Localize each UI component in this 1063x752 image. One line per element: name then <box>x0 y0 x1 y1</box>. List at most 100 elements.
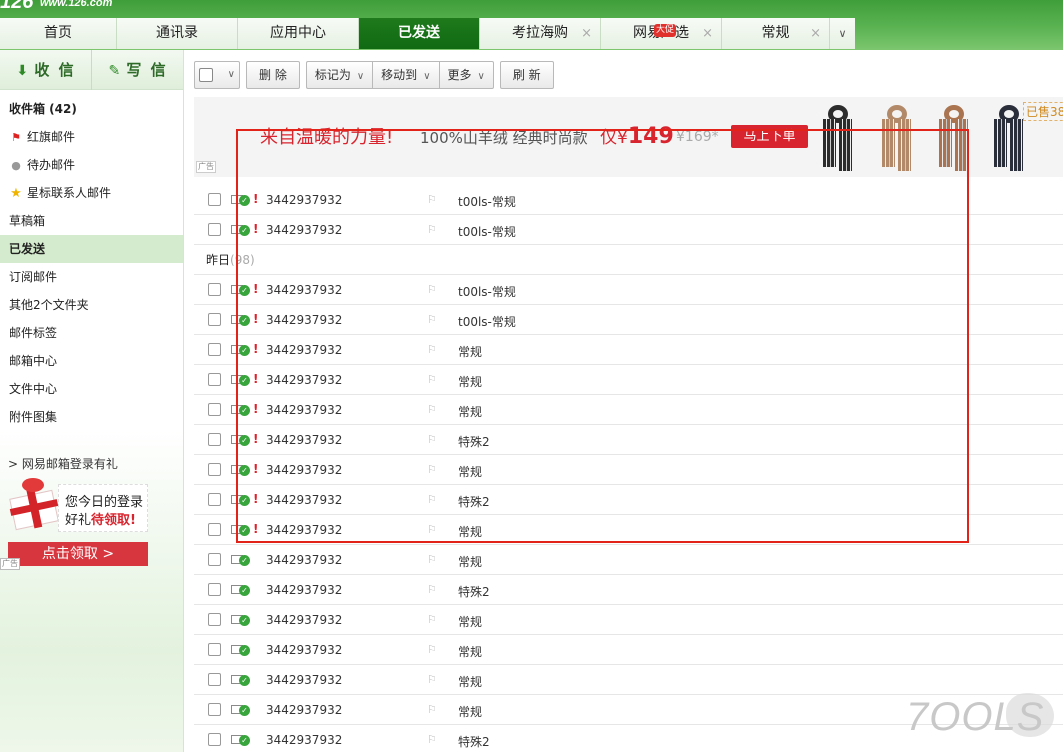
sidebar-item-10[interactable]: 文件中心 <box>0 375 183 403</box>
mail-row[interactable]: ✓ 3442937932 ⚐ 常规 <box>194 635 1063 665</box>
sidebar-item-label: 已发送 <box>9 242 46 256</box>
tab-0[interactable]: 首页 <box>0 18 117 49</box>
mail-sender: 3442937932 <box>266 223 343 237</box>
row-checkbox[interactable] <box>208 523 221 536</box>
row-checkbox[interactable] <box>208 613 221 626</box>
mail-row[interactable]: ✓! 3442937932 ⚐ t00ls-常规 <box>194 185 1063 215</box>
mail-row[interactable]: ✓! 3442937932 ⚐ 常规 <box>194 395 1063 425</box>
sidebar-item-5[interactable]: 已发送 <box>0 235 183 263</box>
sidebar-item-6[interactable]: 订阅邮件 <box>0 263 183 291</box>
watermark-logo: 7OOLS <box>906 693 1056 743</box>
tab-3[interactable]: 已发送 <box>359 18 480 49</box>
sidebar-item-3[interactable]: ★ 星标联系人邮件 <box>0 179 183 207</box>
flag-icon[interactable]: ⚐ <box>427 283 437 296</box>
receive-icon: ⬇ <box>16 63 31 79</box>
row-checkbox[interactable] <box>208 403 221 416</box>
mail-row[interactable]: ✓! 3442937932 ⚐ t00ls-常规 <box>194 275 1063 305</box>
row-checkbox[interactable] <box>208 223 221 236</box>
mark-as-dropdown[interactable]: 标记为 ∨ <box>305 61 373 89</box>
flag-icon[interactable]: ⚐ <box>427 343 437 356</box>
row-checkbox[interactable] <box>208 343 221 356</box>
tab-overflow-button[interactable]: ∨ <box>830 18 855 49</box>
row-checkbox[interactable] <box>208 673 221 686</box>
move-to-dropdown[interactable]: 移动到 ∨ <box>372 61 439 89</box>
flag-icon[interactable]: ⚐ <box>427 733 437 746</box>
flag-icon[interactable]: ⚐ <box>427 403 437 416</box>
banner-sold-count: 已售38 <box>1023 102 1063 121</box>
mail-row[interactable]: ✓! 3442937932 ⚐ 常规 <box>194 515 1063 545</box>
row-checkbox[interactable] <box>208 643 221 656</box>
promo-title[interactable]: > 网易邮箱登录有礼 <box>8 455 118 472</box>
sidebar-item-9[interactable]: 邮箱中心 <box>0 347 183 375</box>
mail-row[interactable]: ✓ 3442937932 ⚐ 常规 <box>194 665 1063 695</box>
sidebar-item-7[interactable]: 其他2个文件夹 <box>0 291 183 319</box>
sidebar-item-1[interactable]: ⚑ 红旗邮件 <box>0 123 183 151</box>
flag-icon[interactable]: ⚐ <box>427 643 437 656</box>
row-checkbox[interactable] <box>208 583 221 596</box>
row-checkbox[interactable] <box>208 193 221 206</box>
tab-4[interactable]: 考拉海购 × <box>480 18 601 49</box>
mail-subject: 常规 <box>458 705 483 719</box>
main-panel: ∨ 删 除 标记为 ∨ 移动到 ∨ 更多 ∨ 刷 新 来自温暖的力量! 100%山羊绒… <box>185 50 1063 752</box>
row-checkbox[interactable] <box>208 433 221 446</box>
important-icon: ! <box>253 312 259 326</box>
tab-2[interactable]: 应用中心 <box>238 18 359 49</box>
claim-gift-button[interactable]: 点击领取 > <box>8 542 148 566</box>
sidebar-item-4[interactable]: 草稿箱 <box>0 207 183 235</box>
banner-ad-tag: 广告 <box>196 161 216 173</box>
row-checkbox[interactable] <box>208 313 221 326</box>
mail-row[interactable]: ✓ 3442937932 ⚐ 特殊2 <box>194 575 1063 605</box>
flag-icon[interactable]: ⚐ <box>427 613 437 626</box>
flag-icon[interactable]: ⚐ <box>427 703 437 716</box>
mail-row[interactable]: ✓! 3442937932 ⚐ t00ls-常规 <box>194 215 1063 245</box>
more-dropdown[interactable]: 更多 ∨ <box>438 61 494 89</box>
sidebar-item-8[interactable]: 邮件标签 <box>0 319 183 347</box>
tab-6[interactable]: 常规 × <box>722 18 830 49</box>
row-checkbox[interactable] <box>208 283 221 296</box>
tab-5[interactable]: 网易严选大促× <box>601 18 722 49</box>
close-icon[interactable]: × <box>810 18 821 49</box>
flag-icon[interactable]: ⚐ <box>427 553 437 566</box>
row-checkbox[interactable] <box>208 553 221 566</box>
delete-button[interactable]: 删 除 <box>246 61 300 89</box>
row-checkbox[interactable] <box>208 703 221 716</box>
receive-button[interactable]: ⬇ 收 信 <box>0 50 92 90</box>
select-all-checkbox[interactable] <box>199 68 213 82</box>
order-now-button[interactable]: 马上下单 <box>731 125 808 148</box>
flag-icon[interactable]: ⚐ <box>427 193 437 206</box>
flag-icon[interactable]: ⚐ <box>427 223 437 236</box>
mail-row[interactable]: ✓! 3442937932 ⚐ 常规 <box>194 335 1063 365</box>
sent-check-icon: ✓ <box>239 645 250 656</box>
mail-row[interactable]: ✓! 3442937932 ⚐ 特殊2 <box>194 425 1063 455</box>
flag-icon[interactable]: ⚐ <box>427 523 437 536</box>
mail-row[interactable]: ✓! 3442937932 ⚐ 常规 <box>194 455 1063 485</box>
close-icon[interactable]: × <box>702 18 713 49</box>
flag-icon[interactable]: ⚐ <box>427 493 437 506</box>
row-checkbox[interactable] <box>208 733 221 746</box>
mail-row[interactable]: ✓! 3442937932 ⚐ 特殊2 <box>194 485 1063 515</box>
flag-icon[interactable]: ⚐ <box>427 373 437 386</box>
mail-sender: 3442937932 <box>266 313 343 327</box>
row-checkbox[interactable] <box>208 493 221 506</box>
tab-label: 应用中心 <box>270 25 326 41</box>
flag-icon[interactable]: ⚐ <box>427 313 437 326</box>
flag-icon[interactable]: ⚐ <box>427 433 437 446</box>
flag-icon[interactable]: ⚐ <box>427 673 437 686</box>
write-button[interactable]: ✎ 写 信 <box>92 50 183 90</box>
flag-icon[interactable]: ⚐ <box>427 463 437 476</box>
mail-row[interactable]: ✓ 3442937932 ⚐ 常规 <box>194 545 1063 575</box>
sidebar-item-2[interactable]: ● 待办邮件 <box>0 151 183 179</box>
mail-row[interactable]: ✓! 3442937932 ⚐ t00ls-常规 <box>194 305 1063 335</box>
row-checkbox[interactable] <box>208 373 221 386</box>
ad-banner[interactable]: 来自温暖的力量! 100%山羊绒 经典时尚款 仅¥149 ¥169* 马上下单 … <box>194 97 1063 177</box>
tab-1[interactable]: 通讯录 <box>117 18 238 49</box>
mail-row[interactable]: ✓ 3442937932 ⚐ 常规 <box>194 605 1063 635</box>
refresh-button[interactable]: 刷 新 <box>499 61 554 89</box>
row-checkbox[interactable] <box>208 463 221 476</box>
flag-icon[interactable]: ⚐ <box>427 583 437 596</box>
sidebar-item-11[interactable]: 附件图集 <box>0 403 183 431</box>
mail-row[interactable]: ✓! 3442937932 ⚐ 常规 <box>194 365 1063 395</box>
select-all-dropdown[interactable]: ∨ <box>194 61 240 89</box>
sidebar-item-0[interactable]: 收件箱 (42) <box>0 95 183 123</box>
close-icon[interactable]: × <box>581 18 592 49</box>
